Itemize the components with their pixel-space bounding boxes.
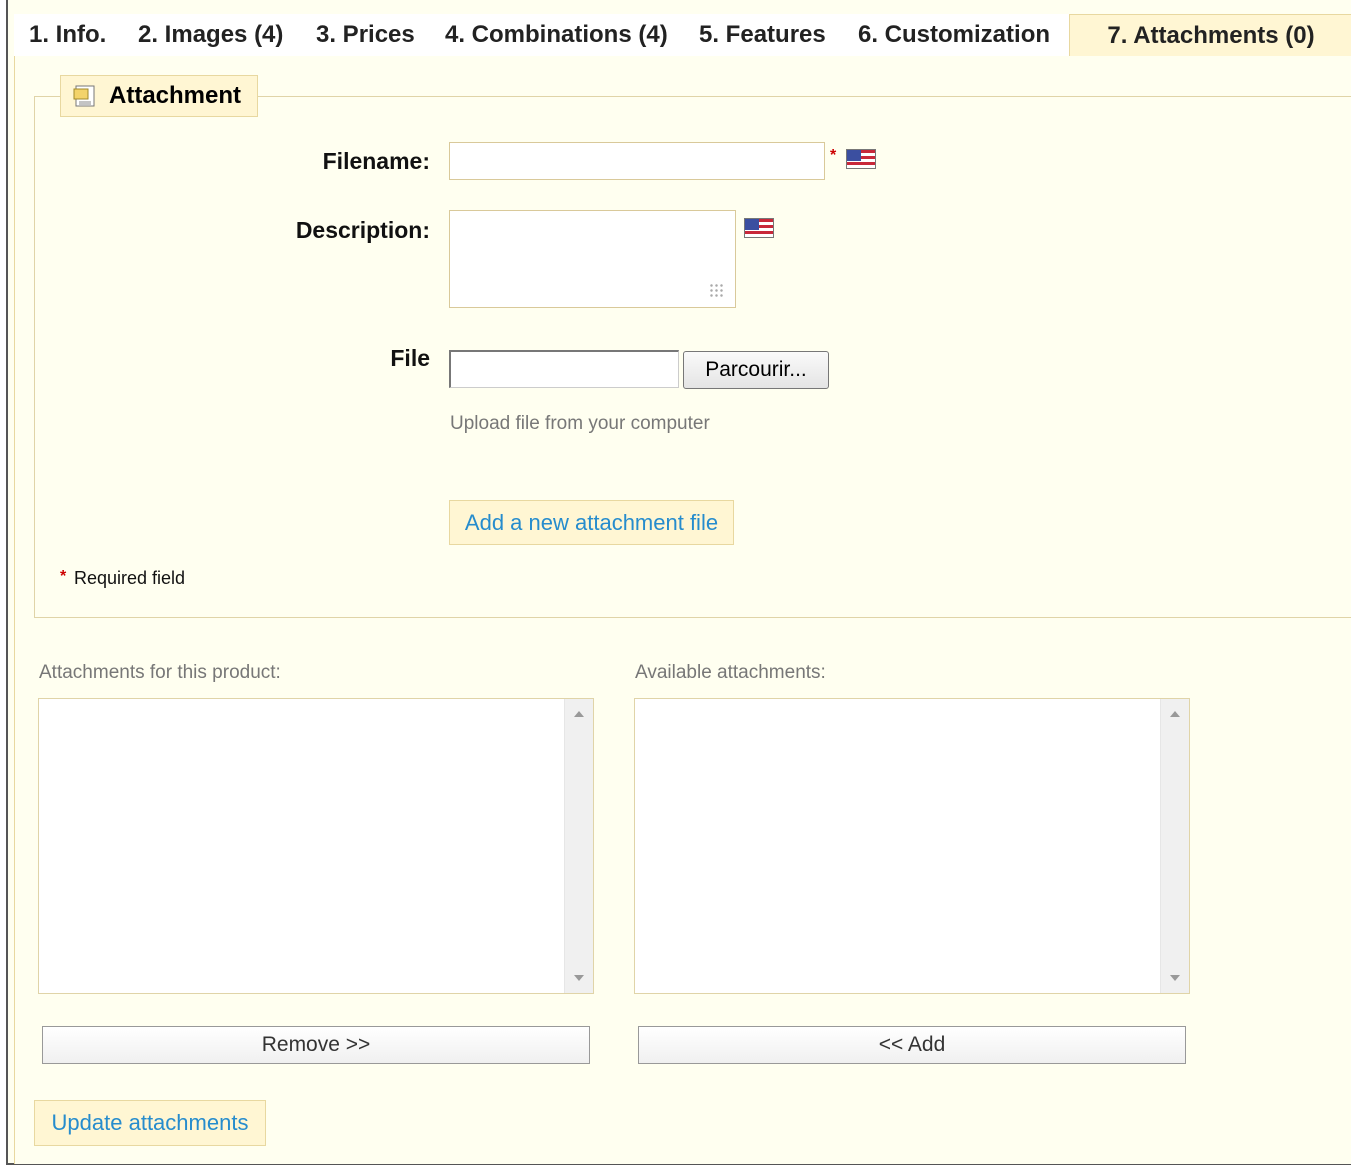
add-button[interactable]: << Add xyxy=(638,1026,1186,1064)
add-attachment-button[interactable]: Add a new attachment file xyxy=(449,500,734,545)
tab-combinations[interactable]: 4. Combinations (4) xyxy=(445,14,668,56)
scrollbar[interactable] xyxy=(564,699,593,993)
update-attachments-button[interactable]: Update attachments xyxy=(34,1100,266,1146)
description-textarea[interactable] xyxy=(449,210,736,308)
resize-grip-icon[interactable] xyxy=(709,283,723,297)
scroll-up-icon[interactable] xyxy=(1170,711,1180,717)
us-flag-icon[interactable] xyxy=(846,149,876,169)
required-star: * xyxy=(830,147,837,164)
scrollbar[interactable] xyxy=(1160,699,1189,993)
us-flag-icon[interactable] xyxy=(744,218,774,238)
tab-features[interactable]: 5. Features xyxy=(699,14,826,56)
scroll-down-icon[interactable] xyxy=(1170,975,1180,981)
current-attachments-list[interactable] xyxy=(38,698,594,994)
remove-button[interactable]: Remove >> xyxy=(42,1026,590,1064)
description-label: Description: xyxy=(295,217,430,243)
product-tabs: 1. Info. 2. Images (4) 3. Prices 4. Comb… xyxy=(14,14,1351,57)
available-attachments-label: Available attachments: xyxy=(635,662,826,683)
tab-prices[interactable]: 3. Prices xyxy=(316,14,415,56)
required-note-star: * xyxy=(60,568,67,585)
filename-label: Filename: xyxy=(322,148,430,174)
scroll-down-icon[interactable] xyxy=(574,975,584,981)
tab-attachments[interactable]: 7. Attachments (0) xyxy=(1069,14,1351,57)
file-path-input[interactable] xyxy=(449,350,679,388)
filename-input[interactable] xyxy=(449,142,825,180)
tab-customization[interactable]: 6. Customization xyxy=(858,14,1050,56)
browse-button[interactable]: Parcourir... xyxy=(683,351,829,389)
attachment-legend-label: Attachment xyxy=(109,82,242,109)
tab-info[interactable]: 1. Info. xyxy=(29,14,106,56)
required-note: Required field xyxy=(74,568,186,588)
scroll-up-icon[interactable] xyxy=(574,711,584,717)
file-label: File xyxy=(390,345,430,371)
upload-hint: Upload file from your computer xyxy=(450,413,710,434)
attachment-icon xyxy=(73,85,95,107)
current-attachments-label: Attachments for this product: xyxy=(39,662,281,683)
available-attachments-list[interactable] xyxy=(634,698,1190,994)
tab-images[interactable]: 2. Images (4) xyxy=(138,14,283,56)
attachment-legend: Attachment xyxy=(60,75,258,117)
